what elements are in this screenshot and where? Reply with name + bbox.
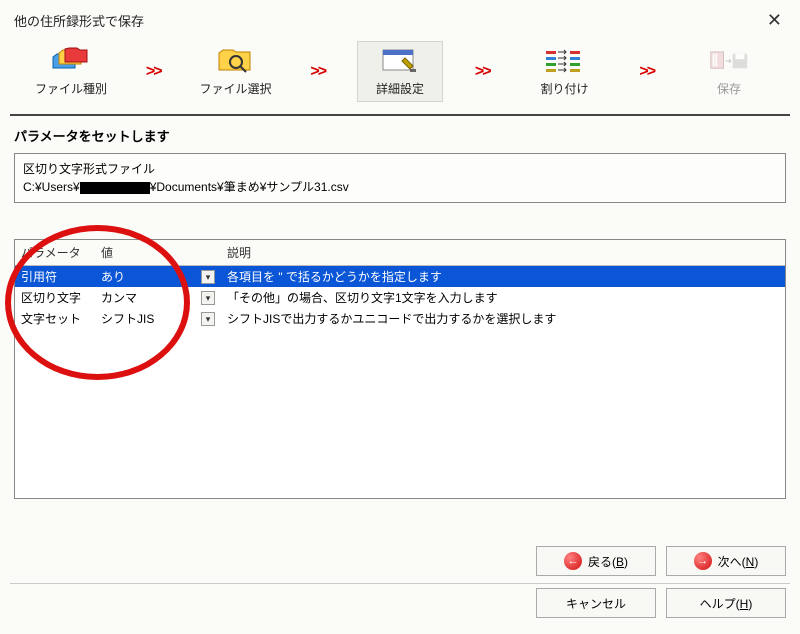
- col-header-value[interactable]: 値: [95, 240, 195, 266]
- file-path-line: C:¥Users¥¥Documents¥筆まめ¥サンプル31.csv: [23, 178, 777, 196]
- next-button[interactable]: → 次へ(N): [666, 546, 786, 576]
- redacted-block: [80, 182, 150, 194]
- step-file-type[interactable]: ファイル種別: [28, 41, 114, 102]
- table-row[interactable]: 引用符あり ▾ 各項目を " で括るかどうかを指定します: [15, 266, 785, 288]
- table-row[interactable]: 区切り文字カンマ ▾ 「その他」の場合、区切り文字1文字を入力します: [15, 287, 785, 308]
- dropdown-button[interactable]: ▾: [201, 291, 215, 305]
- col-header-param[interactable]: パラメータ: [15, 240, 95, 266]
- settings-icon: [380, 46, 420, 76]
- col-header-desc[interactable]: 説明: [221, 240, 785, 266]
- folder-search-icon: [215, 46, 255, 76]
- value-cell: あり: [95, 266, 195, 288]
- save-icon: [709, 46, 749, 76]
- param-cell: 文字セット: [15, 308, 95, 329]
- step-file-select[interactable]: ファイル選択: [192, 41, 278, 102]
- page-subtitle: パラメータをセットします: [0, 122, 800, 153]
- help-button[interactable]: ヘルプ(H): [666, 588, 786, 618]
- step-label: 保存: [717, 80, 741, 97]
- chevron-icon: >>: [142, 63, 165, 81]
- table-row[interactable]: 文字セットシフトJIS ▾ シフトJISで出力するかユニコードで出力するかを選択しま…: [15, 308, 785, 329]
- divider: [10, 583, 790, 584]
- desc-cell: 「その他」の場合、区切り文字1文字を入力します: [221, 287, 785, 308]
- close-icon[interactable]: ✕: [763, 10, 786, 31]
- back-button[interactable]: ← 戻る(B): [536, 546, 656, 576]
- mapping-icon: [544, 46, 584, 76]
- parameter-table: パラメータ 値 説明 引用符あり▾各項目を " で括るかどうかを指定します区切り…: [14, 239, 786, 499]
- cancel-button[interactable]: キャンセル: [536, 588, 656, 618]
- param-cell: 引用符: [15, 266, 95, 288]
- file-info-box: 区切り文字形式ファイル C:¥Users¥¥Documents¥筆まめ¥サンプル…: [14, 153, 786, 203]
- folders-icon: [51, 46, 91, 76]
- wizard-steps: ファイル種別 >> ファイル選択 >>: [0, 37, 800, 112]
- arrow-right-icon: →: [694, 552, 712, 570]
- dropdown-button[interactable]: ▾: [201, 312, 215, 326]
- desc-cell: シフトJISで出力するかユニコードで出力するかを選択します: [221, 308, 785, 329]
- step-label: 詳細設定: [376, 80, 424, 97]
- step-save: 保存: [686, 41, 772, 102]
- step-label: 割り付け: [540, 80, 588, 97]
- param-cell: 区切り文字: [15, 287, 95, 308]
- chevron-icon: >>: [635, 63, 658, 81]
- value-cell: カンマ: [95, 287, 195, 308]
- window-title: 他の住所録形式で保存: [14, 11, 144, 30]
- file-format-line: 区切り文字形式ファイル: [23, 160, 777, 178]
- value-cell: シフトJIS: [95, 308, 195, 329]
- dropdown-button[interactable]: ▾: [201, 270, 215, 284]
- arrow-left-icon: ←: [564, 552, 582, 570]
- desc-cell: 各項目を " で括るかどうかを指定します: [221, 266, 785, 288]
- step-detail-settings[interactable]: 詳細設定: [357, 41, 443, 102]
- chevron-icon: >>: [471, 63, 494, 81]
- chevron-icon: >>: [306, 63, 329, 81]
- step-mapping[interactable]: 割り付け: [521, 41, 607, 102]
- step-label: ファイル選択: [199, 80, 271, 97]
- divider: [10, 114, 790, 116]
- step-label: ファイル種別: [35, 80, 107, 97]
